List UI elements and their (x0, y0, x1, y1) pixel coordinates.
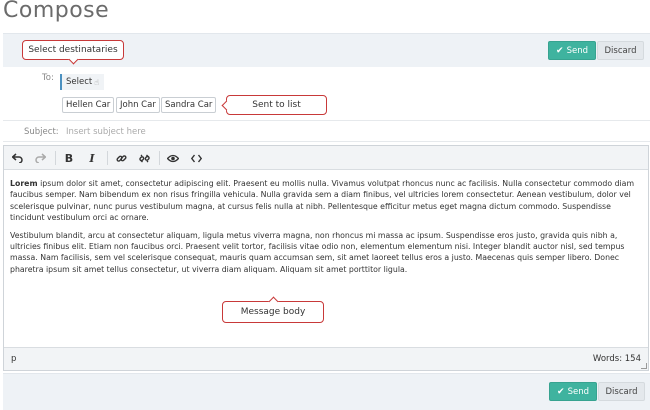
recipient-chip[interactable]: John Car (116, 97, 160, 113)
resize-handle-icon[interactable] (641, 363, 647, 369)
page-title: Compose (3, 0, 110, 23)
subject-label: Subject: (24, 127, 59, 137)
subject-input[interactable] (66, 124, 466, 140)
callout-sent-to-list: Sent to list (226, 95, 327, 115)
callout-message-body: Message body (222, 301, 324, 323)
word-count: Words: 154 (592, 354, 641, 364)
to-label: To: (42, 73, 54, 83)
editor-toolbar: B I (4, 146, 648, 170)
editor-statusbar: p Words: 154 (4, 347, 648, 370)
discard-button[interactable]: Discard (597, 41, 644, 60)
send-button[interactable]: ✔ Send (548, 41, 596, 60)
italic-icon[interactable]: I (84, 150, 100, 166)
recipient-select[interactable]: Select ☝ (60, 74, 105, 90)
recipient-select-label: Select (66, 77, 93, 87)
callout-select-destinataries: Select destinataries (22, 40, 124, 60)
send-button-label: Send (567, 386, 589, 397)
send-button-label: Send (566, 45, 588, 56)
eye-icon[interactable] (165, 150, 181, 166)
undo-icon[interactable] (9, 150, 25, 166)
tb-separator (159, 151, 160, 165)
body-paragraph: Lorem ipsum dolor sit amet, consectetur … (10, 178, 644, 224)
divider (3, 120, 650, 121)
unlink-icon[interactable] (136, 150, 152, 166)
body-paragraph: Vestibulum blandit, arcu at consectetur … (10, 230, 625, 274)
bottom-action-bar: ✔ Send Discard (3, 373, 650, 410)
body-bold-word: Lorem (10, 179, 38, 188)
pointer-icon: ☝ (94, 77, 100, 87)
tb-separator (55, 151, 56, 165)
recipient-chip[interactable]: Sandra Car (161, 97, 217, 113)
message-body[interactable]: Lorem ipsum dolor sit amet, consectetur … (10, 178, 644, 281)
link-icon[interactable] (113, 150, 129, 166)
recipient-chip[interactable]: Hellen Car (62, 97, 115, 113)
code-icon[interactable] (188, 150, 204, 166)
bold-icon[interactable]: B (61, 150, 77, 166)
check-icon: ✔ (556, 45, 564, 56)
check-icon: ✔ (557, 386, 565, 397)
divider (3, 141, 650, 142)
redo-icon[interactable] (32, 150, 48, 166)
message-editor: B I Lorem ipsum dolor sit amet, consecte… (3, 145, 649, 371)
element-path[interactable]: p (11, 354, 16, 364)
discard-button[interactable]: Discard (598, 382, 645, 401)
send-button[interactable]: ✔ Send (549, 382, 597, 401)
body-paragraph-text: ipsum dolor sit amet, consectetur adipis… (10, 179, 635, 223)
tb-separator (107, 151, 108, 165)
